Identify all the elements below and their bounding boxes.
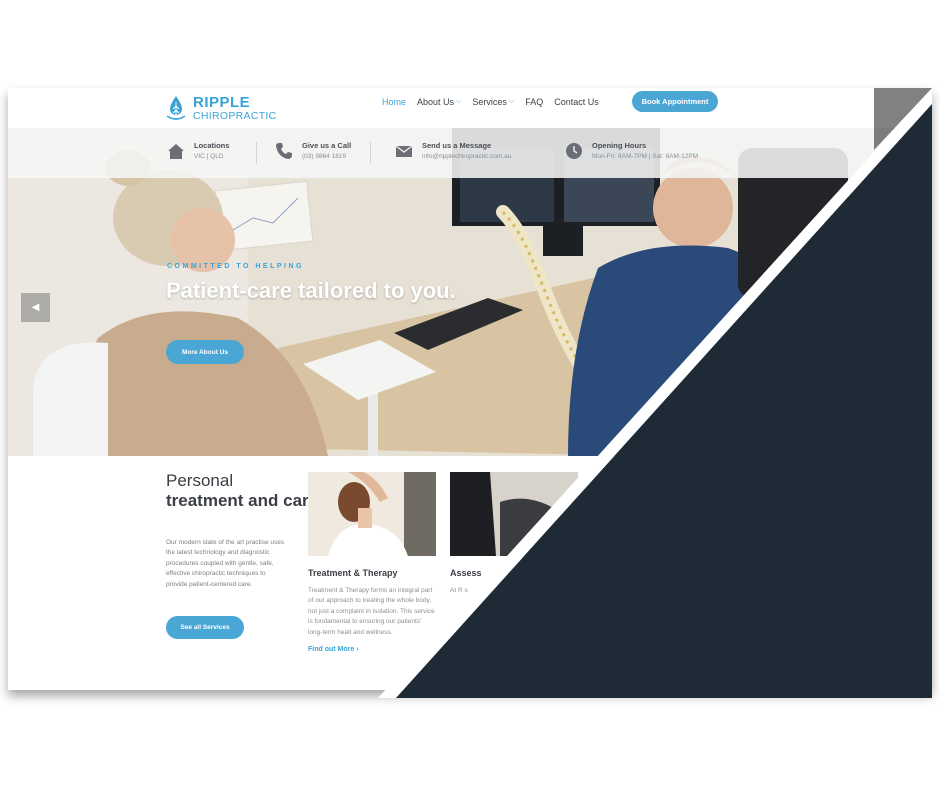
nav-about-label: About Us [417,97,455,107]
nav-home-label: Home [382,97,407,107]
clock-icon [566,143,582,159]
call-sub: (03) 9864 1819 [302,153,347,160]
service-card-assessment: Assess At R s [450,472,578,596]
locations-sub: VIC | QLD [194,153,224,160]
card-description: At R s [450,587,468,594]
section-description: Our modern state of the art practise use… [166,539,285,588]
hero-kicker: COMMITTED TO HELPING [167,263,304,270]
nav-contact-label: Contact Us [554,97,599,107]
card-title: Treatment & Therapy [308,568,398,578]
nav-services-label: Services [472,97,507,107]
brand-name-bottom: CHIROPRACTIC [193,109,277,122]
hero-title: Patient-care tailored to you. [166,278,456,303]
find-out-more-link[interactable]: Find out More › [308,646,436,653]
chevron-down-icon: ⌵ [508,98,515,105]
book-appointment-button[interactable]: Book Appointment [632,91,718,112]
message-title: Send us a Message [422,141,492,150]
message-sub: info@ripplechiropractic.com.au [422,153,512,160]
section-title: Personal treatment and care [166,471,318,510]
contact-info-bar: Locations VIC | QLD Give us a Call (03) … [8,128,932,178]
nav-faq[interactable]: FAQ [525,97,543,107]
hours-info[interactable]: Opening Hours Mon-Fri: 8AM-7PM | Sat: 8A… [564,141,698,161]
treatment-photo [308,472,436,556]
nav-contact-us[interactable]: Contact Us [554,97,599,107]
service-card-treatment: Treatment & Therapy Treatment & Therapy … [308,472,436,653]
card-title: Assess [450,568,482,578]
card-description: Treatment & Therapy forms an integral pa… [308,587,435,636]
chevron-down-icon: ⌵ [456,98,462,105]
phone-icon [276,143,292,159]
chevron-left-icon: ◀ [31,302,40,313]
divider [370,142,371,164]
mail-icon [395,145,413,157]
hours-title: Opening Hours [592,141,647,150]
more-about-us-button[interactable]: More About Us [166,340,244,364]
divider [256,142,257,164]
call-info[interactable]: Give us a Call (03) 9864 1819 [274,141,351,161]
nav-services[interactable]: Services ⌵ [472,97,514,107]
section-title-light: Personal [166,471,234,490]
nav-about-us[interactable]: About Us ⌵ [417,97,461,107]
see-all-services-button[interactable]: See all Services [166,616,244,639]
water-drop-logo-icon [166,96,186,120]
call-title: Give us a Call [302,141,352,150]
locations-title: Locations [194,141,230,150]
brand-name-top: RIPPLE [193,93,251,111]
main-nav: Home About Us ⌵ Services ⌵ FAQ Contact Us [382,88,610,116]
section-title-bold: treatment and care [166,490,319,510]
hero-section: Locations VIC | QLD Give us a Call (03) … [8,128,932,456]
nav-home[interactable]: Home [382,97,406,107]
brand-logo[interactable]: RIPPLE CHIROPRACTIC [165,88,277,128]
hours-sub: Mon-Fri: 8AM-7PM | Sat: 8AM-12PM [592,153,699,160]
assessment-photo [450,472,578,556]
services-section: Personal treatment and care Our modern s… [8,456,932,690]
website-screenshot: RIPPLE CHIROPRACTIC Home About Us ⌵ Servi… [8,88,932,690]
nav-faq-label: FAQ [525,97,544,107]
home-icon [168,144,184,159]
slider-prev-button[interactable]: ◀ [21,293,50,322]
locations-info[interactable]: Locations VIC | QLD [166,141,229,161]
site-header: RIPPLE CHIROPRACTIC Home About Us ⌵ Servi… [8,88,932,128]
message-info[interactable]: Send us a Message info@ripplechiropracti… [394,141,511,161]
